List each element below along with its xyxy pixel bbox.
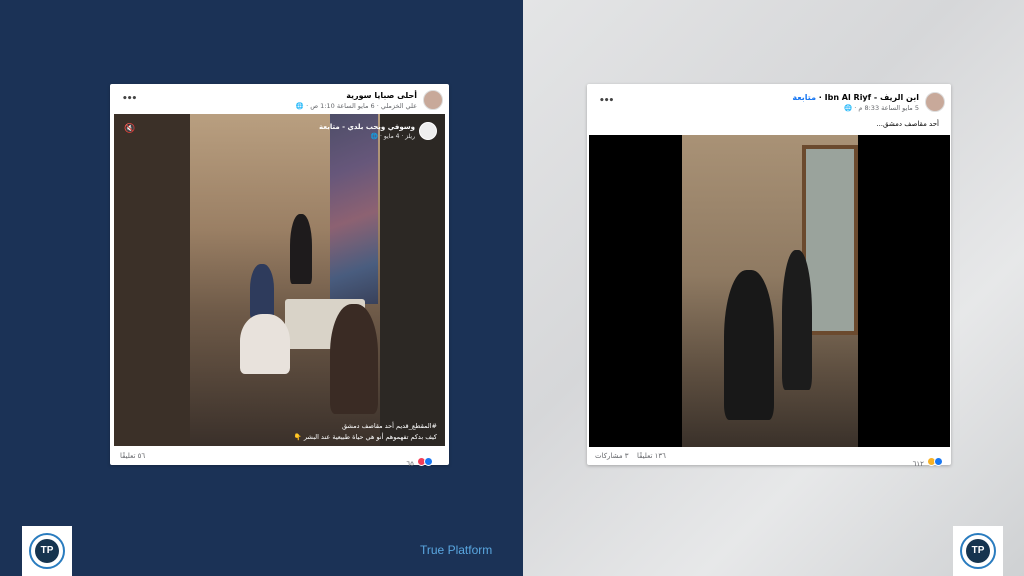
follow-link[interactable]: متابعة [792, 93, 816, 102]
reactions-count: ٦٥ [406, 460, 414, 468]
wall-mural [330, 114, 378, 304]
restaurant-scene [682, 135, 858, 447]
brand-logo-left: TP [22, 526, 72, 576]
facebook-post-right: ••• ابن الريف - Ibn Al Riyf · متابعة 5 م… [587, 84, 951, 468]
reactions[interactable]: ٦٥ [406, 451, 433, 468]
more-options-icon[interactable]: ••• [122, 94, 137, 104]
embedded-avatar[interactable] [419, 122, 437, 140]
post-meta: 5 مايو الساعة 8:33 م · 🌐 [844, 104, 919, 112]
logo-ring: TP [29, 533, 65, 569]
post-text: أحد مقاصف دمشق... [876, 120, 939, 128]
reactions[interactable]: ٦١٢ [913, 451, 943, 468]
logo-mark: TP [966, 539, 990, 563]
more-options-icon[interactable]: ••• [599, 96, 614, 106]
shares-count[interactable]: ٣ مشاركات [595, 452, 629, 460]
embedded-name[interactable]: وسوفي ويحب بلدي - متابعة [319, 123, 415, 131]
page-name[interactable]: ابن الريف - Ibn Al Riyf [825, 93, 919, 102]
violinist-left [724, 270, 774, 420]
page-name-row: ابن الريف - Ibn Al Riyf · متابعة [792, 93, 919, 102]
patterned-chair [240, 314, 290, 374]
logo-ring: TP [960, 533, 996, 569]
like-icon [934, 457, 943, 466]
post-meta: علي الخزملي · 6 مايو الساعة 1:10 ص · 🌐 [295, 102, 417, 110]
caption-line-1: #المقطع_قديم أحد مقاصف دمشق [341, 422, 437, 430]
page-name[interactable]: أحلى صبايا سورية [346, 91, 417, 100]
comments-count[interactable]: ٥٦ تعليقًا [120, 452, 145, 460]
restaurant-scene [190, 114, 380, 446]
page-avatar[interactable] [925, 92, 945, 112]
post-video[interactable] [589, 135, 950, 447]
reactions-count: ٦١٢ [912, 460, 924, 468]
brand-name: True Platform [420, 543, 493, 557]
page-avatar[interactable] [423, 90, 443, 110]
reel-video[interactable]: 🔇 وسوفي ويحب بلدي - متابعة ريلز · 4 مايو… [114, 114, 445, 446]
seated-guest [250, 264, 274, 319]
embedded-meta: ريلز · 4 مايو · 🌐 [370, 133, 415, 140]
video-shade [114, 114, 190, 446]
standing-man [290, 214, 312, 284]
facebook-post-left: ••• أحلى صبايا سورية علي الخزملي · 6 ماي… [110, 84, 449, 468]
comments-count[interactable]: ١٣٦ تعليقًا [637, 452, 666, 460]
brand-logo-right: TP [953, 526, 1003, 576]
mute-icon[interactable]: 🔇 [124, 124, 135, 134]
caption-line-2: كيف بدكم تفهموهم أنو هي حياة طبيعية عند … [293, 433, 437, 441]
like-icon [424, 457, 433, 466]
violinist-right [782, 250, 812, 390]
woman-foreground [330, 304, 378, 414]
logo-mark: TP [35, 539, 59, 563]
